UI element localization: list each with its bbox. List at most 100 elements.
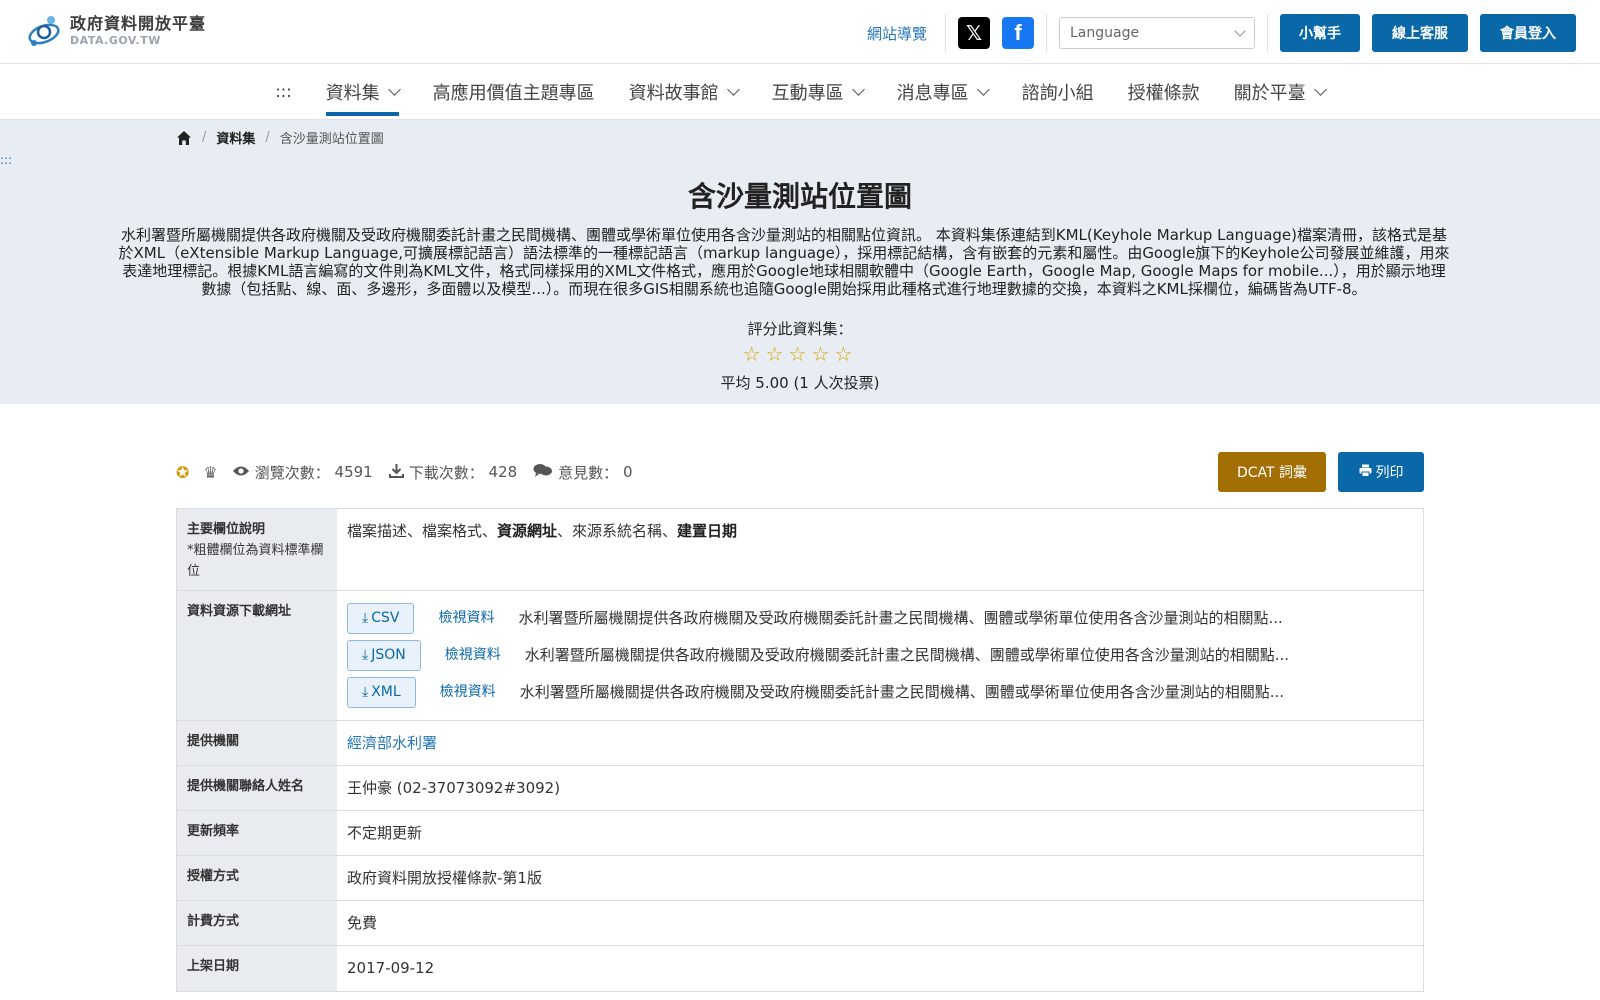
- resource-description: 水利署暨所屬機關提供各政府機關及受政府機關委託計畫之民間機構、團體或學術單位使用…: [518, 609, 1283, 627]
- publish-date-value: 2017-09-12: [347, 959, 435, 977]
- table-row: 主要欄位說明 *粗體欄位為資料標準欄位 檔案描述、檔案格式、資源網址、來源系統名…: [177, 509, 1423, 591]
- nav-item-label: 授權條款: [1127, 82, 1200, 104]
- rating-stars[interactable]: ☆☆☆☆☆: [0, 342, 1600, 366]
- dataset-description: 水利署暨所屬機關提供各政府機關及受政府機關委託計畫之民間機構、團體或學術單位使用…: [118, 226, 1450, 298]
- breadcrumb-separator: /: [265, 130, 270, 145]
- site-logo[interactable]: 政府資料開放平臺 DATA.GOV.TW: [24, 12, 206, 50]
- nav-item-datasets[interactable]: 資料集: [309, 64, 416, 120]
- print-button[interactable]: 列印: [1338, 452, 1424, 492]
- star-icon[interactable]: ☆: [743, 342, 766, 366]
- nav-item-label: 互動專區: [771, 82, 844, 104]
- login-button[interactable]: 會員登入: [1480, 14, 1576, 52]
- star-icon[interactable]: ☆: [811, 342, 834, 366]
- views-label: 瀏覽次數：: [254, 463, 330, 482]
- frequency-value: 不定期更新: [347, 824, 423, 842]
- star-icon[interactable]: ☆: [789, 342, 812, 366]
- star-icon[interactable]: ☆: [766, 342, 789, 366]
- table-row: 資料資源下載網址 ⤓ CSV 檢視資料 水利署暨所屬機關提供各政府機關及受政府機關…: [177, 591, 1423, 721]
- row-header: 提供機關: [177, 721, 337, 765]
- dcat-button[interactable]: DCAT 詞彙: [1218, 452, 1326, 492]
- chevron-down-icon: [1313, 82, 1327, 96]
- nav-item-about[interactable]: 關於平臺: [1217, 64, 1342, 120]
- chevron-down-icon: [387, 82, 401, 96]
- provider-value: 經濟部水利署: [337, 721, 1423, 765]
- provider-link[interactable]: 經濟部水利署: [347, 734, 437, 752]
- eye-icon: [232, 463, 250, 481]
- main-fields-label: 主要欄位說明: [187, 522, 266, 537]
- view-data-link[interactable]: 檢視資料: [440, 680, 496, 704]
- crown-icon: ♛: [203, 462, 218, 482]
- field-bold: 建置日期: [677, 522, 738, 540]
- nav-accesskey[interactable]: :::: [258, 82, 308, 101]
- print-icon: [1359, 464, 1372, 481]
- main-fields-note: *粗體欄位為資料標準欄位: [187, 543, 324, 579]
- download-icon: ⤓: [362, 610, 369, 626]
- dataset-hero: / 資料集 / 含沙量測站位置圖 ::: 含沙量測站位置圖 水利署暨所屬機關提供…: [0, 120, 1600, 404]
- row-header: 上架日期: [177, 946, 337, 991]
- breadcrumb-current: 含沙量測站位置圖: [279, 132, 384, 147]
- downloads-stat: 下載次數： 428: [388, 462, 517, 483]
- download-item: ⤓ XML 檢視資料 水利署暨所屬機關提供各政府機關及受政府機關委託計畫之民間機構…: [347, 675, 1413, 709]
- nav-item-label: 資料故事館: [628, 82, 719, 104]
- nav-item-label: 高應用價值主題專區: [432, 82, 595, 104]
- comments-count: 0: [622, 463, 633, 481]
- divider: [945, 14, 946, 52]
- table-row: 計費方式 免費: [177, 901, 1423, 946]
- top-header: 政府資料開放平臺 DATA.GOV.TW 網站導覽 𝕏 f Language 小…: [0, 0, 1600, 64]
- download-csv-button[interactable]: ⤓ CSV: [347, 602, 415, 634]
- downloads-label: 下載次數：: [408, 463, 484, 482]
- help-button[interactable]: 小幫手: [1280, 14, 1360, 52]
- nav-item-news[interactable]: 消息專區: [880, 64, 1005, 120]
- nav-item-stories[interactable]: 資料故事館: [612, 64, 755, 120]
- row-header: 提供機關聯絡人姓名: [177, 766, 337, 810]
- row-header: 授權方式: [177, 856, 337, 900]
- nav-item-interactive[interactable]: 互動專區: [755, 64, 880, 120]
- nav-item-high-value[interactable]: 高應用價值主題專區: [416, 64, 612, 120]
- live-support-button[interactable]: 線上客服: [1372, 14, 1468, 52]
- x-icon[interactable]: 𝕏: [958, 17, 990, 49]
- star-icon[interactable]: ☆: [834, 342, 857, 366]
- resource-description: 水利署暨所屬機關提供各政府機關及受政府機關委託計畫之民間機構、團體或學術單位使用…: [519, 683, 1284, 701]
- breadcrumb-datasets[interactable]: 資料集: [216, 128, 255, 147]
- format-label: JSON: [371, 647, 406, 663]
- home-icon[interactable]: [176, 130, 192, 146]
- download-json-button[interactable]: ⤓ JSON: [347, 639, 421, 671]
- comments-icon: [533, 463, 553, 482]
- comments-stat: 意見數： 0: [533, 462, 633, 483]
- download-item: ⤓ CSV 檢視資料 水利署暨所屬機關提供各政府機關及受政府機關委託計畫之民間機構…: [347, 601, 1413, 635]
- download-xml-button[interactable]: ⤓ XML: [347, 676, 416, 708]
- table-row: 授權方式 政府資料開放授權條款-第1版: [177, 856, 1423, 901]
- download-list: ⤓ CSV 檢視資料 水利署暨所屬機關提供各政府機關及受政府機關委託計畫之民間機構…: [337, 591, 1423, 720]
- main-nav: ::: 資料集 高應用價值主題專區 資料故事館 互動專區 消息專區 諮詢小組 授…: [0, 64, 1600, 120]
- sitemap-link[interactable]: 網站導覽: [867, 23, 927, 44]
- row-header: 資料資源下載網址: [177, 591, 337, 720]
- table-row: 更新頻率 不定期更新: [177, 811, 1423, 856]
- average-rating: 平均 5.00 (1 人次投票): [720, 374, 880, 392]
- logo-title: 政府資料開放平臺: [70, 14, 207, 33]
- facebook-icon[interactable]: f: [1002, 17, 1034, 49]
- nav-item-label: 諮詢小組: [1021, 82, 1094, 104]
- download-icon: [388, 463, 404, 482]
- fee-value: 免費: [347, 914, 378, 932]
- language-select[interactable]: Language: [1059, 17, 1255, 49]
- nav-item-label: 資料集: [325, 82, 380, 104]
- content-accesskey[interactable]: :::: [0, 153, 12, 167]
- logo-icon: [24, 12, 64, 50]
- main-fields-value: 檔案描述、檔案格式、資源網址、來源系統名稱、建置日期: [337, 509, 1423, 590]
- comments-label: 意見數：: [558, 463, 619, 482]
- dataset-info-table: 主要欄位說明 *粗體欄位為資料標準欄位 檔案描述、檔案格式、資源網址、來源系統名…: [176, 508, 1424, 992]
- view-data-link[interactable]: 檢視資料: [445, 643, 501, 667]
- view-data-link[interactable]: 檢視資料: [438, 606, 494, 630]
- breadcrumb: / 資料集 / 含沙量測站位置圖: [176, 128, 384, 147]
- format-label: CSV: [371, 610, 400, 626]
- download-item: ⤓ JSON 檢視資料 水利署暨所屬機關提供各政府機關及受政府機關委託計畫之民間機…: [347, 638, 1413, 672]
- nav-item-advisory[interactable]: 諮詢小組: [1005, 64, 1111, 120]
- divider: [1046, 14, 1047, 52]
- download-icon: ⤓: [362, 647, 369, 663]
- table-row: 提供機關聯絡人姓名 王仲豪 (02-37073092#3092): [177, 766, 1423, 811]
- nav-item-label: 消息專區: [896, 82, 969, 104]
- row-header: 更新頻率: [177, 811, 337, 855]
- page-title: 含沙量測站位置圖: [687, 180, 912, 213]
- nav-item-license[interactable]: 授權條款: [1111, 64, 1217, 120]
- table-row: 上架日期 2017-09-12: [177, 946, 1423, 991]
